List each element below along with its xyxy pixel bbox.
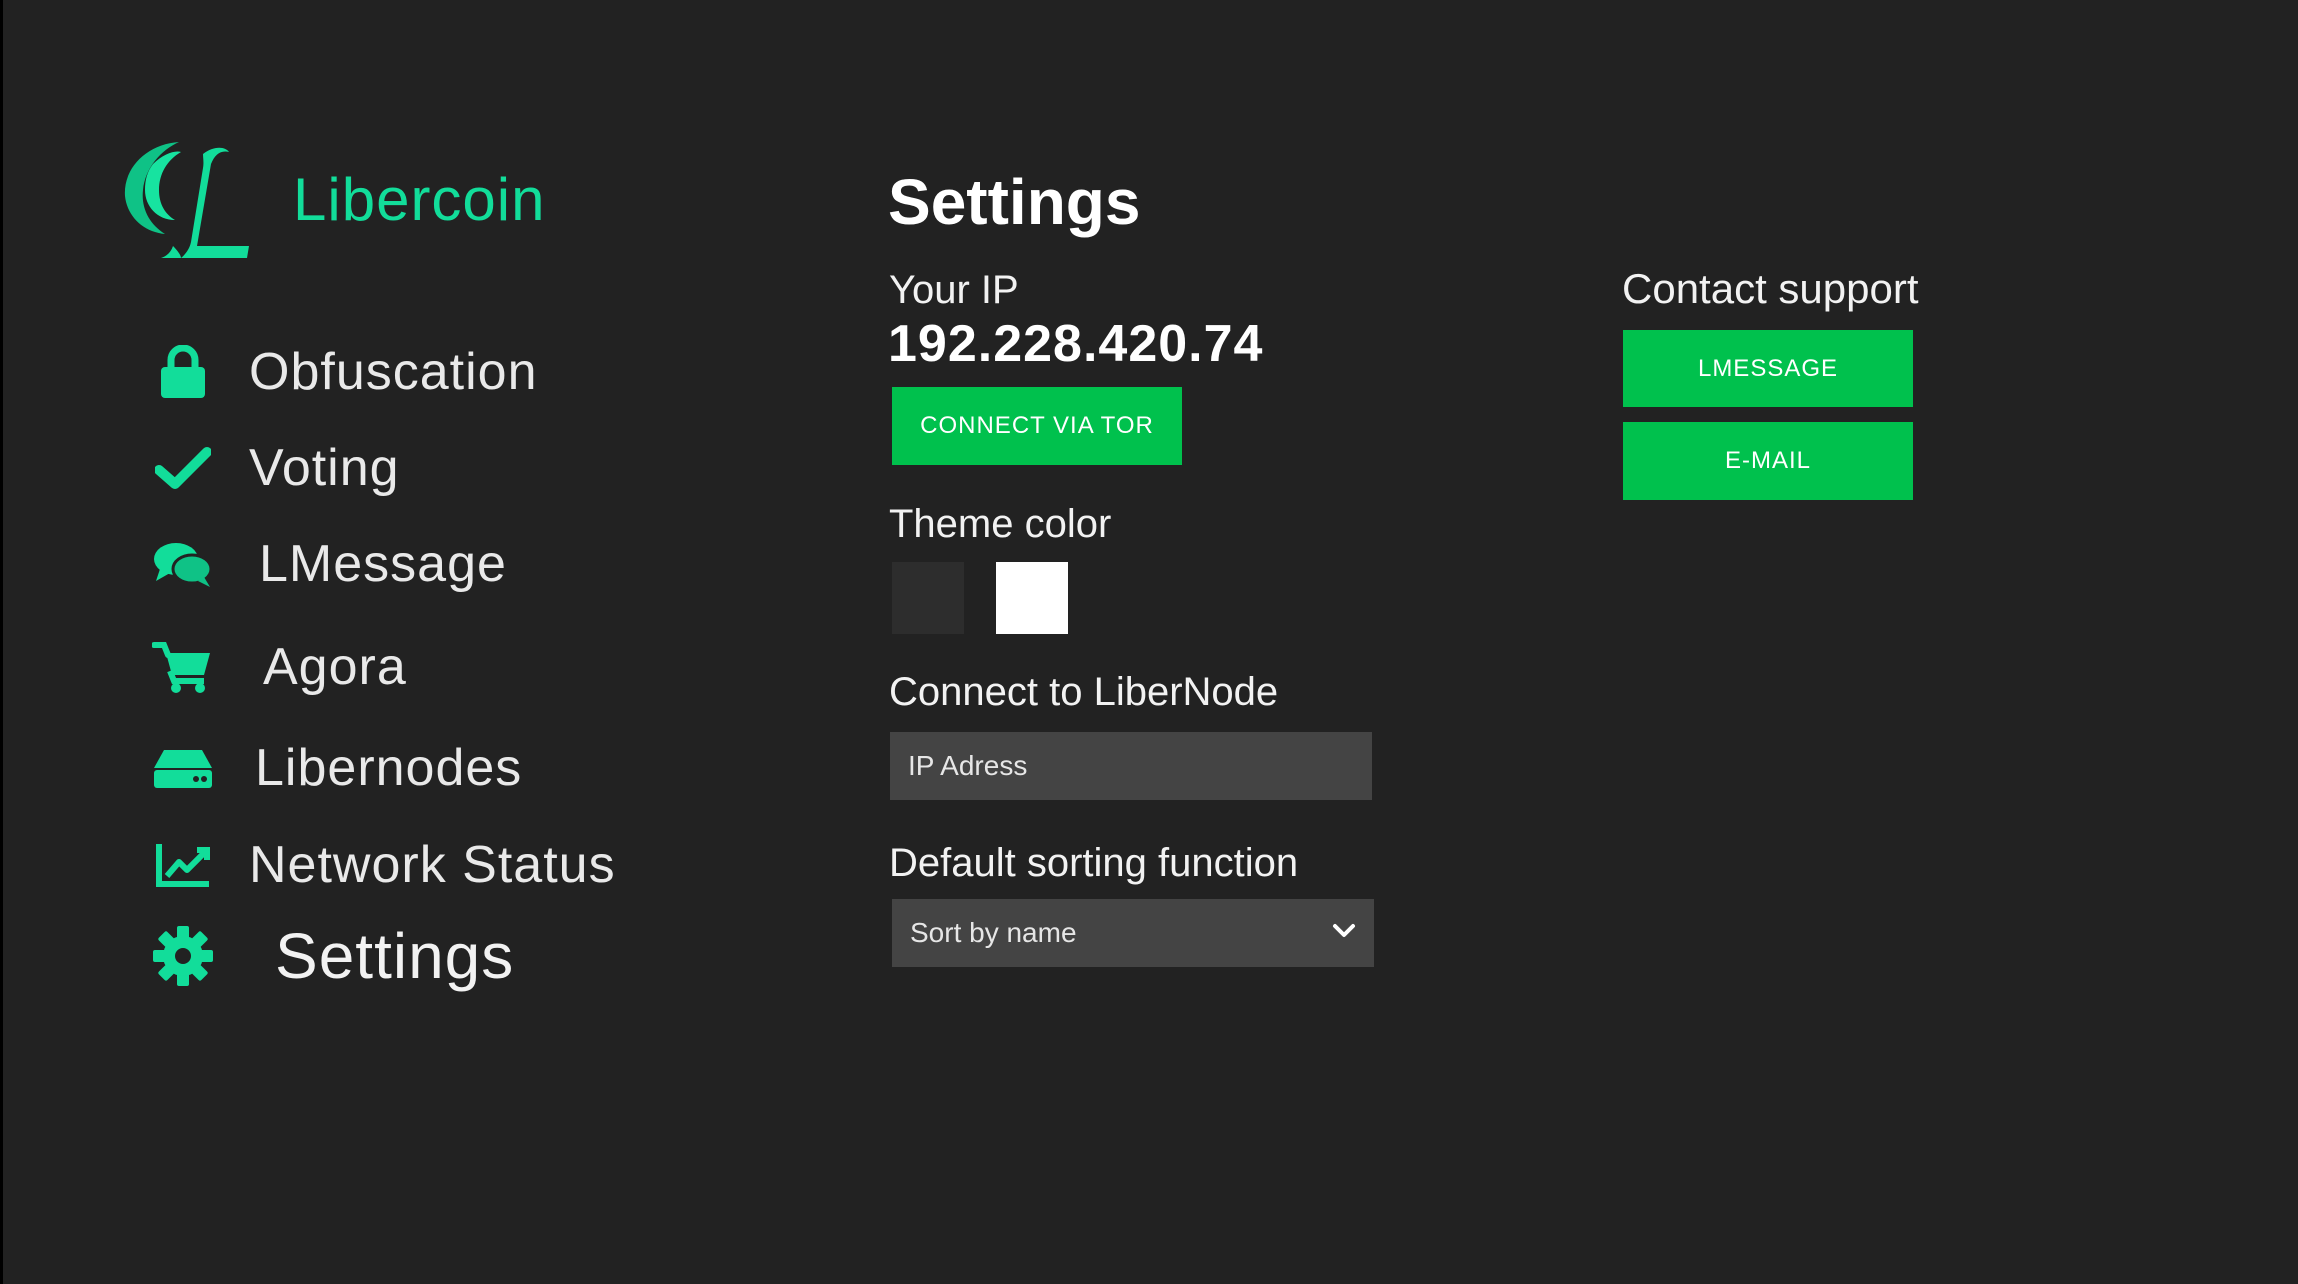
sidebar-item-obfuscation[interactable]: Obfuscation <box>151 332 538 412</box>
sidebar-item-label: Voting <box>249 439 400 497</box>
contact-support-label: Contact support <box>1622 265 1919 312</box>
theme-swatch-light[interactable] <box>996 562 1068 634</box>
connect-via-tor-button[interactable]: CONNECT VIA TOR <box>892 387 1182 465</box>
sidebar-item-label: Settings <box>275 920 515 992</box>
sidebar-item-settings[interactable]: Settings <box>151 916 514 996</box>
contact-email-button[interactable]: E-MAIL <box>1623 422 1913 500</box>
sidebar-item-network-status[interactable]: Network Status <box>151 825 616 905</box>
brand[interactable]: Libercoin <box>117 134 545 274</box>
shopping-cart-icon <box>151 635 215 699</box>
contact-lmessage-button[interactable]: LMESSAGE <box>1623 330 1913 407</box>
sidebar-item-voting[interactable]: Voting <box>151 428 400 508</box>
theme-swatch-dark[interactable] <box>892 562 964 634</box>
lock-icon <box>151 340 215 404</box>
theme-color-label: Theme color <box>889 502 1112 546</box>
sidebar-item-label: Network Status <box>249 836 616 894</box>
ip-value: 192.228.420.74 <box>888 315 1264 373</box>
libernode-label: Connect to LiberNode <box>889 670 1279 714</box>
libernode-ip-input[interactable] <box>890 732 1372 800</box>
sidebar-item-agora[interactable]: Agora <box>151 627 407 707</box>
page-title: Settings <box>888 166 1141 238</box>
sorting-select[interactable]: Sort by name <box>892 899 1374 967</box>
libercoin-logo <box>124 142 249 258</box>
sidebar-item-libernodes[interactable]: Libernodes <box>151 728 522 808</box>
sidebar-item-label: Obfuscation <box>249 343 538 401</box>
sorting-select-value: Sort by name <box>910 917 1077 948</box>
sidebar-item-label: Libernodes <box>255 739 523 797</box>
chevron-down-icon <box>1332 923 1356 944</box>
app-window: Libercoin Obfuscation Voting LMessage Ag… <box>3 0 2298 1284</box>
line-chart-icon <box>151 833 215 897</box>
checkmark-icon <box>151 436 215 500</box>
sidebar-item-label: LMessage <box>259 535 507 593</box>
ip-label: Your IP <box>889 268 1019 312</box>
sidebar-item-label: Agora <box>263 638 407 696</box>
brand-name: Libercoin <box>293 166 546 233</box>
sidebar-item-lmessage[interactable]: LMessage <box>151 524 507 604</box>
sorting-label: Default sorting function <box>889 841 1299 885</box>
chat-bubbles-icon <box>151 532 215 596</box>
gear-icon <box>151 924 215 988</box>
server-drive-icon <box>151 736 215 800</box>
